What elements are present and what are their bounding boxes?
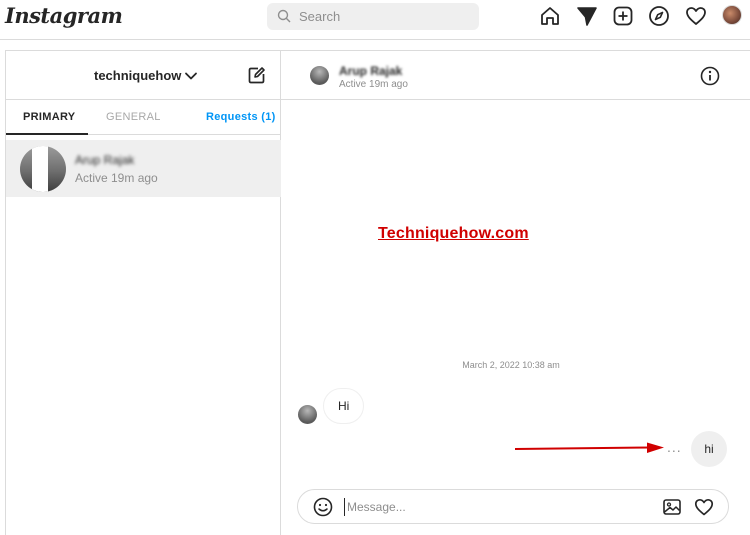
conversation-name[interactable]: Arup Rajak xyxy=(339,64,402,78)
incoming-message-bubble[interactable]: Hi xyxy=(323,388,365,424)
thread-list-panel: techniquehow PRIMARY GENERAL Requests (1… xyxy=(6,51,281,535)
thread-avatar xyxy=(20,146,66,192)
thread-name: Arup Rajak xyxy=(75,153,135,167)
message-input[interactable] xyxy=(344,498,644,516)
search-input[interactable] xyxy=(299,7,469,26)
sender-avatar[interactable] xyxy=(298,405,317,424)
conversation-avatar[interactable] xyxy=(310,66,329,85)
outgoing-message-bubble[interactable]: hi xyxy=(691,431,727,467)
inbox-header: techniquehow xyxy=(6,51,281,100)
red-arrow-annotation xyxy=(514,442,664,453)
explore-icon[interactable] xyxy=(648,5,670,27)
image-icon[interactable] xyxy=(662,497,682,517)
more-options-icon[interactable]: ... xyxy=(667,439,682,455)
emoji-icon[interactable] xyxy=(313,497,333,517)
tab-requests[interactable]: Requests (1) xyxy=(206,111,276,123)
instagram-logo[interactable]: Instagram xyxy=(5,3,123,28)
tab-primary[interactable]: PRIMARY xyxy=(23,111,75,123)
chevron-down-icon[interactable] xyxy=(184,69,198,83)
new-message-icon[interactable] xyxy=(247,66,266,85)
top-nav-bar: Instagram xyxy=(0,0,750,40)
watermark-text: Techniquehow.com xyxy=(378,225,529,242)
thread-list-item[interactable]: Arup Rajak Active 19m ago xyxy=(6,140,281,197)
active-tab-indicator xyxy=(6,133,88,135)
activity-heart-icon[interactable] xyxy=(685,5,707,27)
direct-icon[interactable] xyxy=(576,5,598,27)
message-timestamp: March 2, 2022 10:38 am xyxy=(462,360,560,370)
conversation-status: Active 19m ago xyxy=(339,79,408,90)
search-box[interactable] xyxy=(267,3,479,30)
inbox-tabs: PRIMARY GENERAL Requests (1) xyxy=(6,100,281,135)
account-username[interactable]: techniquehow xyxy=(94,68,181,83)
new-post-icon[interactable] xyxy=(612,5,634,27)
info-icon[interactable] xyxy=(700,66,720,86)
home-icon[interactable] xyxy=(539,5,561,27)
conversation-header: Arup Rajak Active 19m ago xyxy=(281,51,750,100)
thread-status: Active 19m ago xyxy=(75,171,158,185)
profile-avatar[interactable] xyxy=(722,5,742,25)
conversation-panel: Arup Rajak Active 19m ago Techniquehow.c… xyxy=(281,51,750,535)
message-composer xyxy=(297,489,729,524)
tab-general[interactable]: GENERAL xyxy=(106,111,161,123)
like-heart-icon[interactable] xyxy=(694,497,714,517)
direct-inbox: techniquehow PRIMARY GENERAL Requests (1… xyxy=(5,50,750,535)
search-icon xyxy=(277,9,291,23)
